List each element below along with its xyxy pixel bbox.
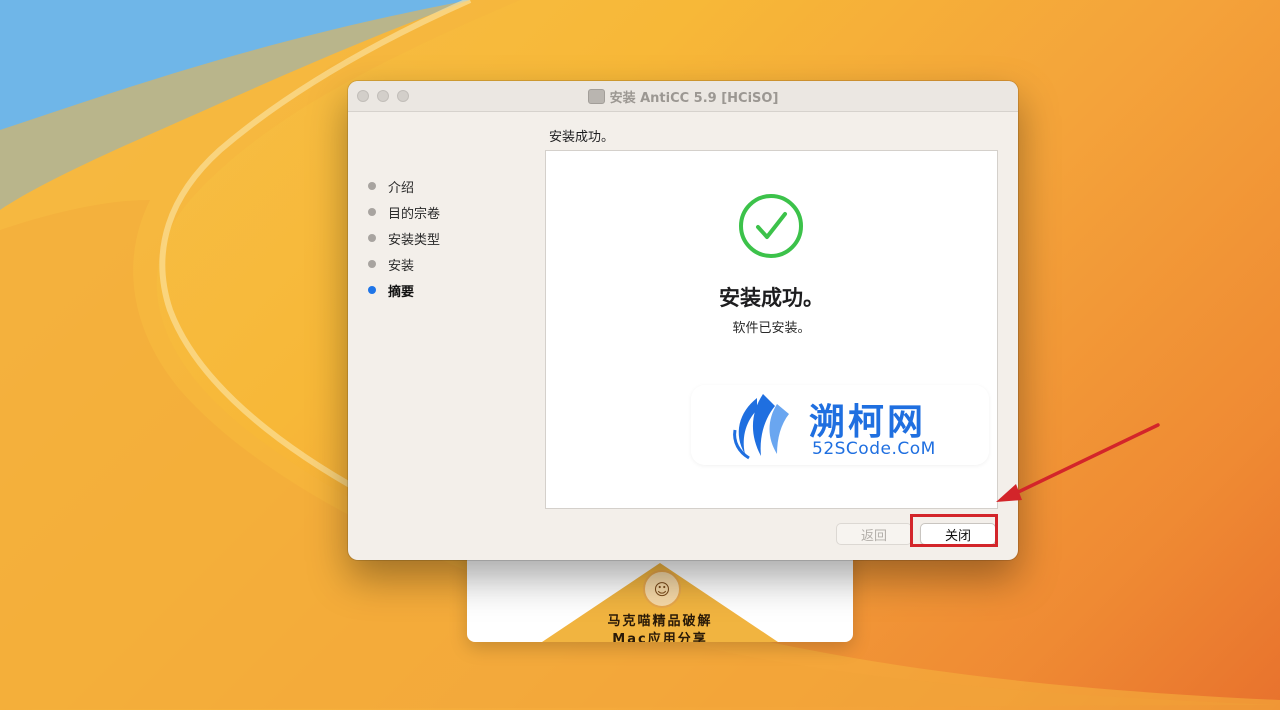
content-panel: 安装成功。 软件已安装。 溯柯网 52SCode.CoM [545,150,998,509]
back-button[interactable]: 返回 [836,523,912,545]
installer-steps-sidebar: 介绍 目的宗卷 安装类型 安装 摘要 [368,173,440,303]
wing-logo-icon [733,394,789,460]
dmg-banner-line2: Mac应用分享 [612,632,708,642]
close-button-highlight [910,514,998,547]
success-subtitle: 软件已安装。 [732,321,811,336]
window-title-wrap: 安装 AntiCC 5.9 [HCiSO] [348,81,1018,111]
page-heading: 安装成功。 [549,130,615,145]
cat-mascot-icon: ☺ [643,570,681,608]
checkmark-circle-icon [739,194,803,258]
step-installation-type: 安装类型 [368,225,440,251]
step-install: 安装 [368,251,440,277]
step-bullet-active-icon [368,286,376,294]
watermark-title: 溯柯网 [809,402,927,443]
step-introduction: 介绍 [368,173,440,199]
disk-image-icon [587,88,605,104]
step-summary: 摘要 [368,277,440,303]
step-label: 介绍 [388,180,415,196]
watermark-overlay: 溯柯网 52SCode.CoM [691,385,989,465]
dmg-banner-line1: 马克喵精品破解 [607,614,713,629]
step-bullet-icon [368,182,376,190]
step-destination: 目的宗卷 [368,199,440,225]
watermark-subtitle: 52SCode.CoM [812,439,936,459]
step-label: 摘要 [388,284,415,300]
step-label: 安装 [388,258,415,274]
success-title: 安装成功。 [719,286,824,310]
installer-window: 安装 AntiCC 5.9 [HCiSO] 安装成功。 介绍 目的宗卷 安装类型… [348,81,1018,560]
title-bar[interactable]: 安装 AntiCC 5.9 [HCiSO] [348,81,1018,112]
step-label: 目的宗卷 [388,206,441,222]
step-bullet-icon [368,260,376,268]
step-label: 安装类型 [388,232,441,248]
window-title: 安装 AntiCC 5.9 [HCiSO] [609,90,779,106]
step-bullet-icon [368,234,376,242]
desktop: ☺ 马克喵精品破解 Mac应用分享 安装 AntiCC 5.9 [HCiSO] … [0,0,1280,710]
step-bullet-icon [368,208,376,216]
